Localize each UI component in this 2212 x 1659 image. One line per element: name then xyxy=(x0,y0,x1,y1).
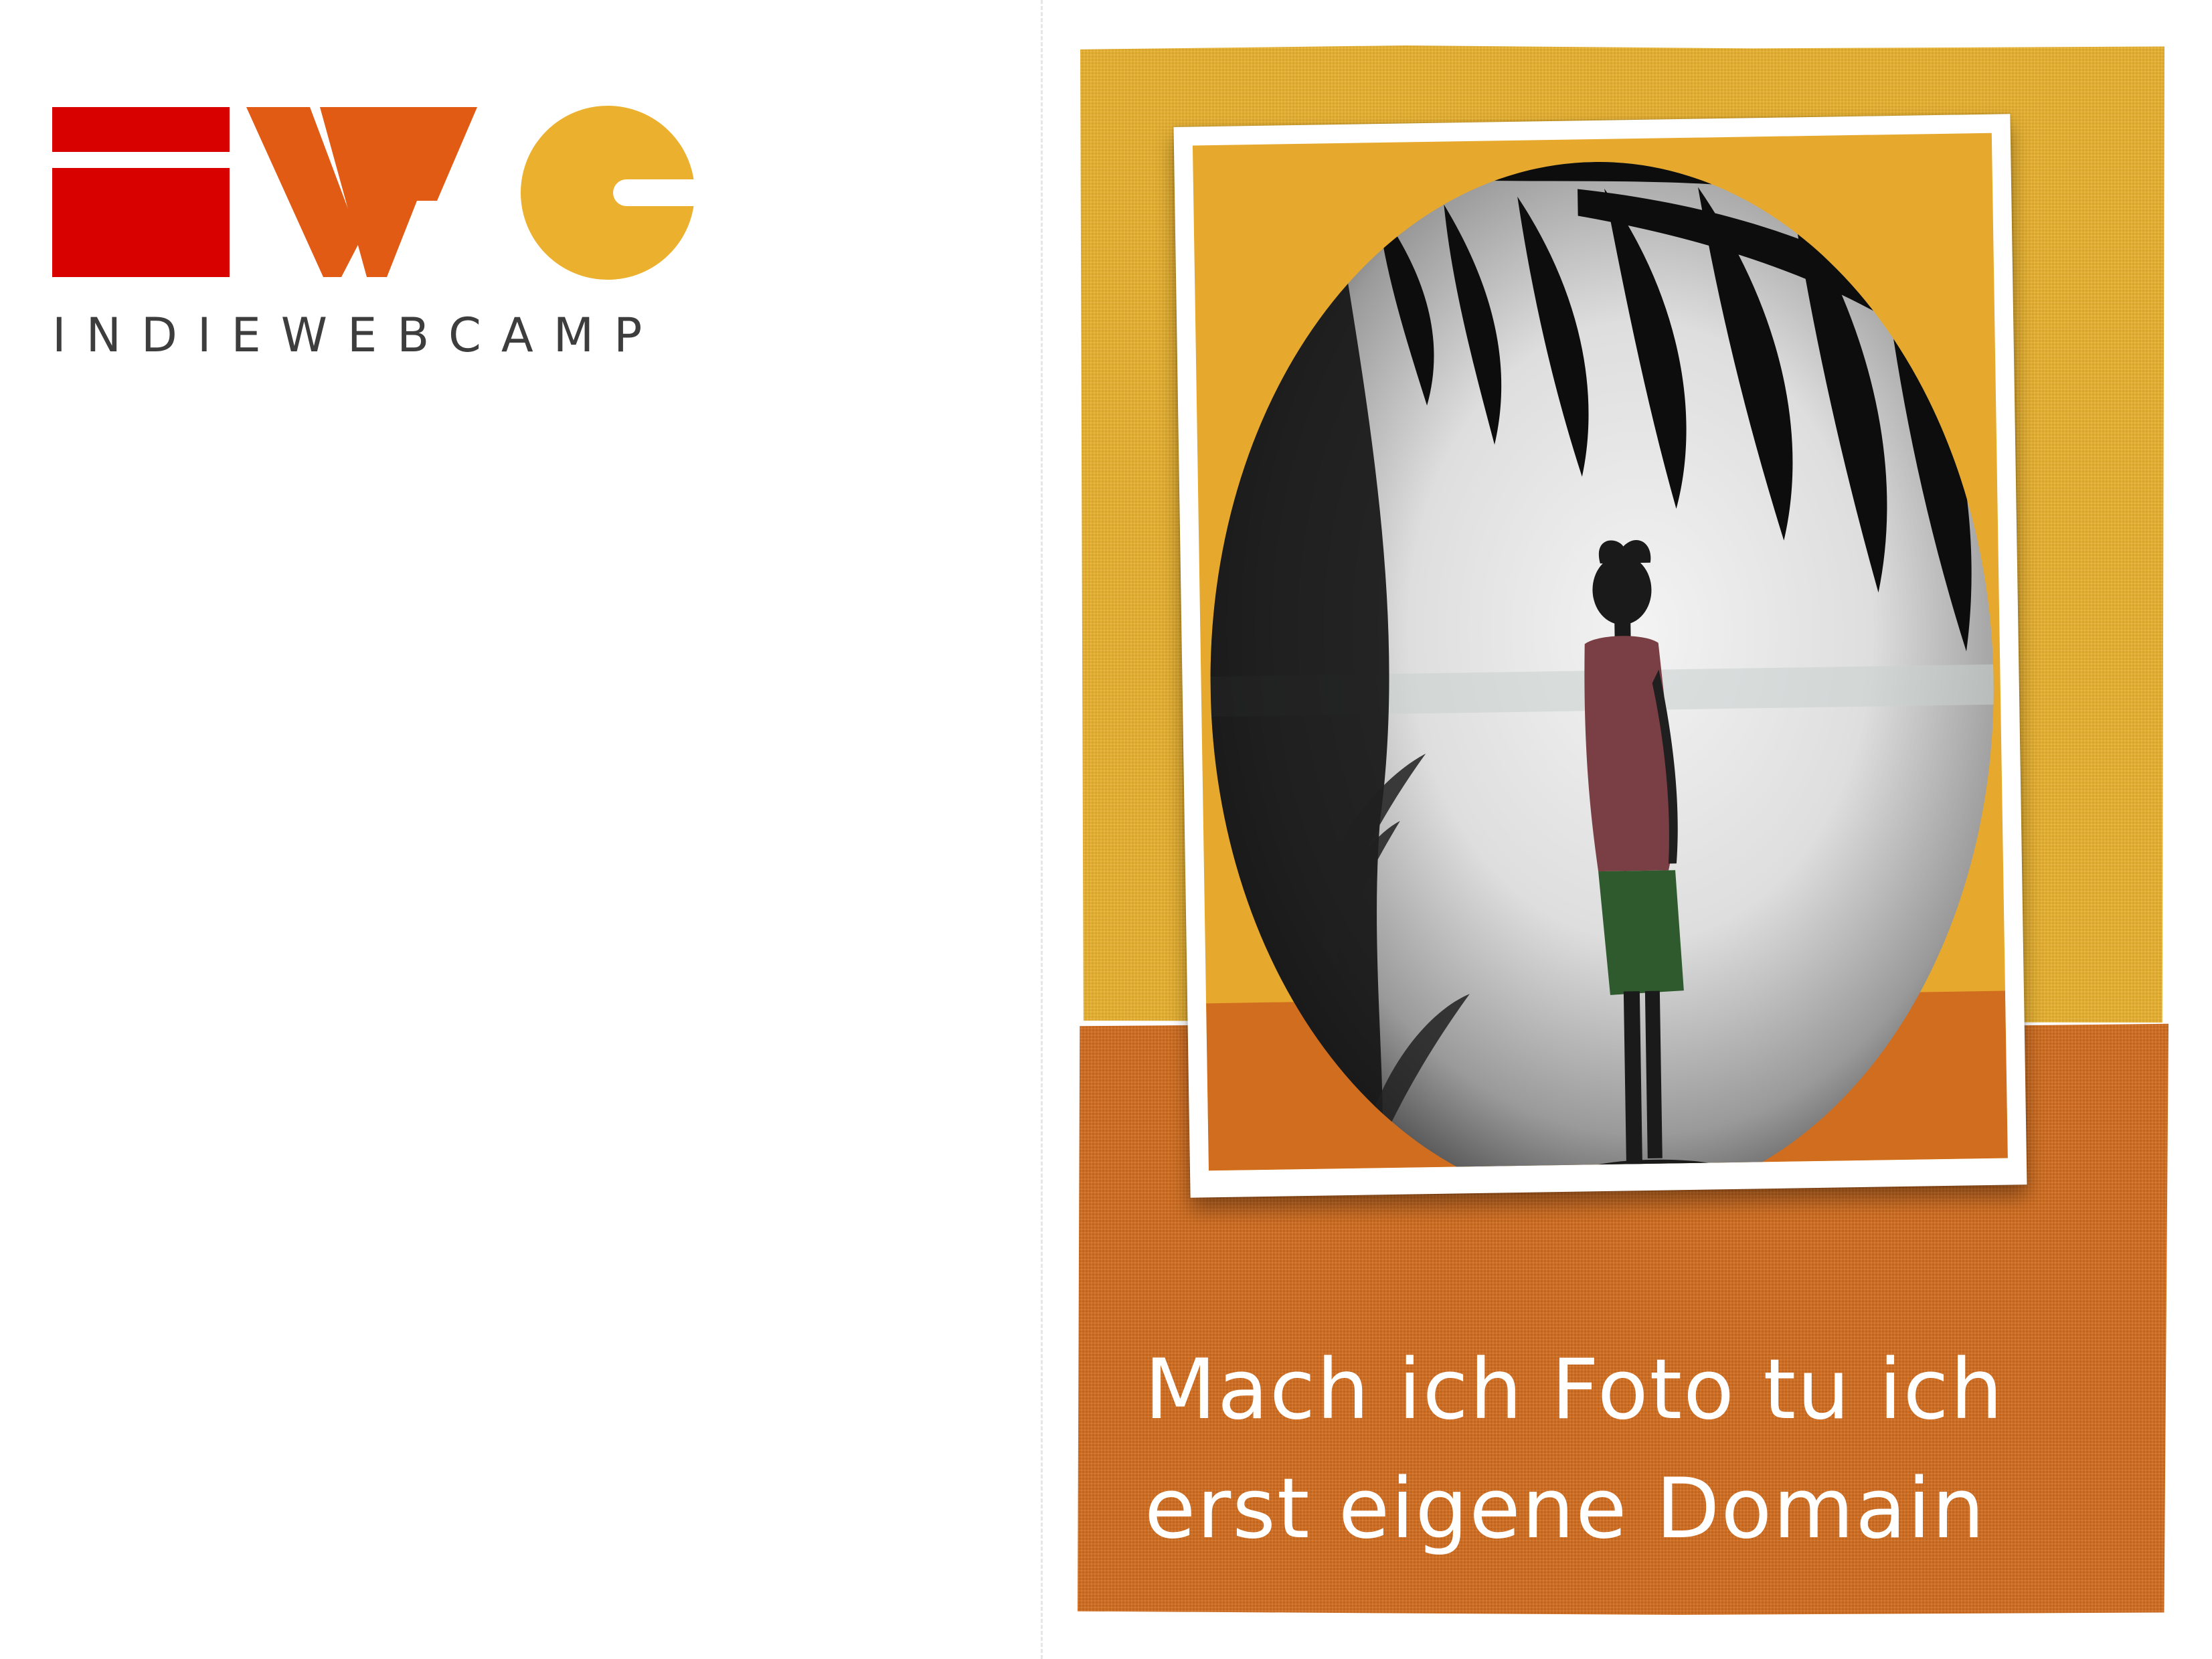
caption-line-1: Mach ich Foto tu ich xyxy=(1144,1342,2005,1438)
logo-mark-icon xyxy=(52,106,701,280)
card-caption: Mach ich Foto tu ich erst eigene Domain xyxy=(1144,1330,2135,1569)
left-page: INDIEWEBCAMP xyxy=(0,0,1041,1659)
photo-oval xyxy=(1202,155,2002,1171)
logo-wordmark: INDIEWEBCAMP xyxy=(52,308,663,363)
photo-background xyxy=(1192,133,2008,1171)
indiewebcamp-logo: INDIEWEBCAMP xyxy=(52,94,701,368)
child-figure xyxy=(1580,540,1727,1171)
postcard-spread: INDIEWEBCAMP Mach ich Foto tu ich erst e… xyxy=(0,0,2212,1659)
photo-frame xyxy=(1173,114,2027,1198)
postcard-front: Mach ich Foto tu ich erst eigene Domain xyxy=(1078,46,2168,1615)
fold-line xyxy=(1041,0,1043,1659)
caption-line-2: erst eigene Domain xyxy=(1144,1461,1986,1557)
silhouette-icon xyxy=(1202,155,1994,1171)
